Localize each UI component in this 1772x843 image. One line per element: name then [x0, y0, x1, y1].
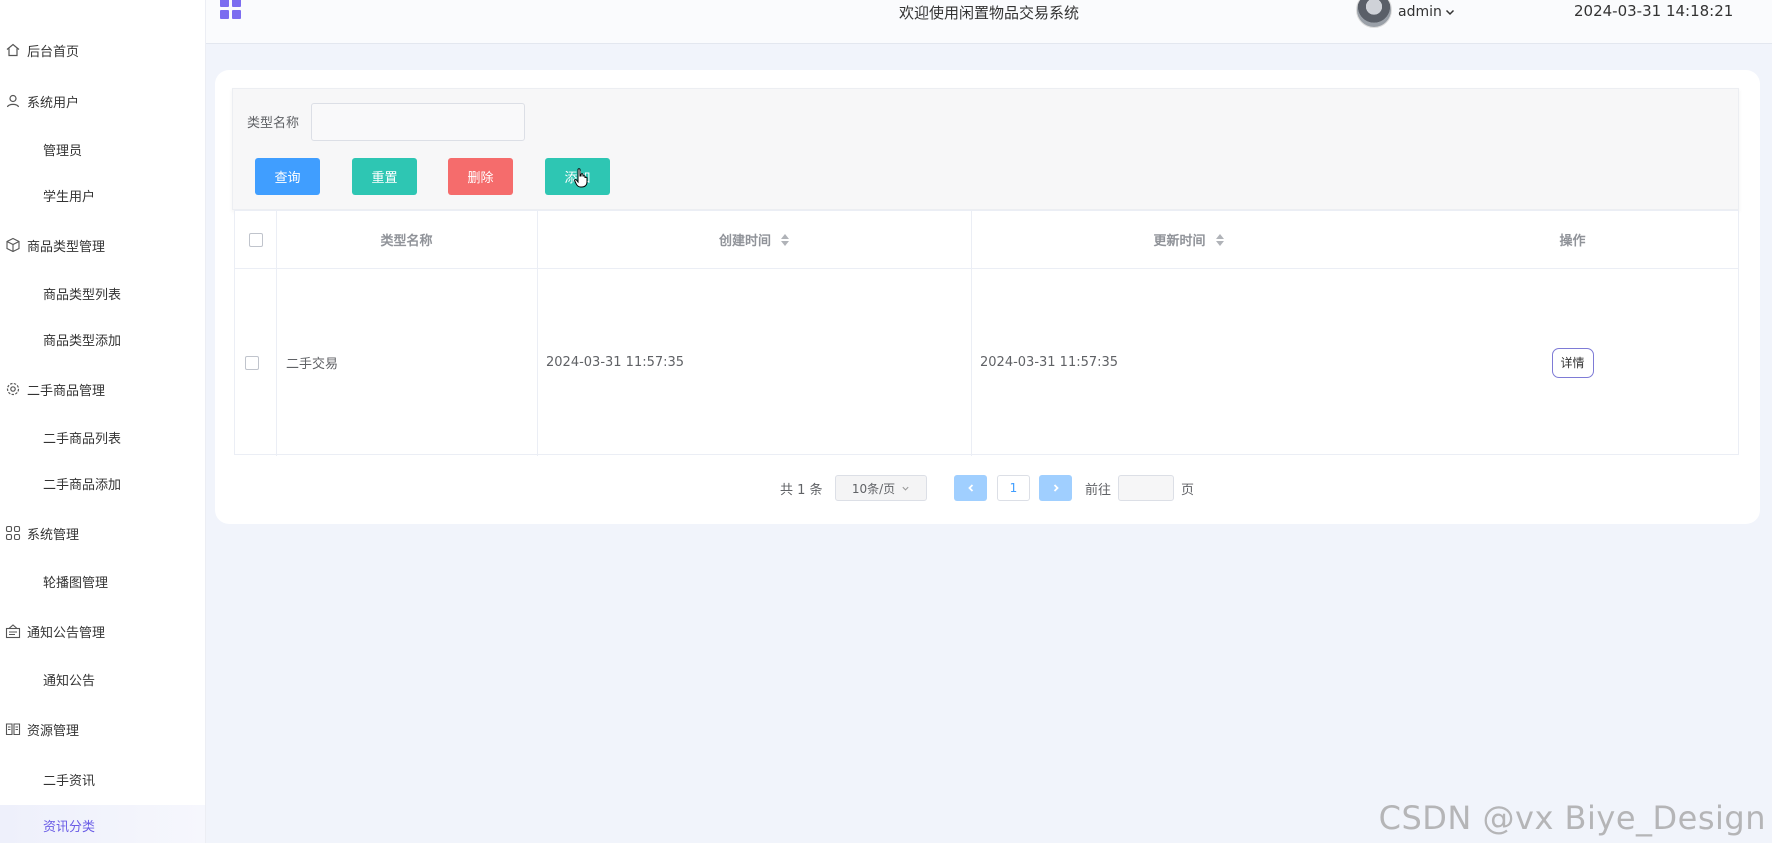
add-button[interactable]: 添加: [545, 158, 610, 195]
gear-icon: [5, 381, 21, 397]
sidebar-item-news-category[interactable]: 资讯分类: [0, 805, 205, 843]
sidebar-item-resource-mgmt[interactable]: 资源管理: [0, 714, 79, 744]
notice-icon: [5, 623, 21, 639]
detail-button[interactable]: 详情: [1551, 347, 1594, 378]
avatar[interactable]: [1356, 0, 1392, 28]
goto-page-input[interactable]: [1118, 475, 1174, 501]
site-title: 欢迎使用闲置物品交易系统: [899, 4, 1080, 22]
page-size-select[interactable]: 10条/页: [835, 475, 927, 501]
sidebar-item-label: 资源管理: [27, 723, 80, 739]
column-header-created[interactable]: 创建时间: [537, 211, 971, 269]
sidebar-item-product-type-list[interactable]: 商品类型列表: [0, 278, 205, 308]
goto-label: 前往: [1085, 482, 1112, 498]
chevron-left-icon: [967, 484, 973, 492]
sidebar-item-product-type-add[interactable]: 商品类型添加: [0, 324, 205, 354]
column-header-type-name: 类型名称: [276, 211, 537, 269]
prev-page-button[interactable]: [954, 475, 987, 501]
data-table: 类型名称 创建时间 更新时间 操作 二手交易 2024-03-31 11:57:…: [234, 210, 1739, 456]
user-name: admin: [1398, 4, 1442, 20]
menu-grid-icon[interactable]: [220, 0, 242, 20]
search-label: 类型名称: [247, 116, 300, 131]
sidebar-item-label: 通知公告管理: [27, 625, 106, 641]
sidebar-item-notices[interactable]: 通知公告: [0, 664, 205, 694]
sidebar-item-secondhand-news[interactable]: 二手资讯: [0, 764, 205, 794]
column-header-updated[interactable]: 更新时间: [971, 211, 1406, 269]
sidebar-item-system-users[interactable]: 系统用户: [0, 86, 79, 116]
select-all-checkbox[interactable]: [248, 232, 263, 247]
column-header-actions: 操作: [1406, 211, 1739, 269]
pagination-total: 共 1 条: [780, 482, 823, 498]
next-page-button[interactable]: [1039, 475, 1072, 501]
current-datetime: 2024-03-31 14:18:21: [1574, 2, 1734, 20]
sidebar-item-students[interactable]: 学生用户: [0, 180, 205, 210]
page-size-value: 10条/页: [851, 481, 896, 496]
row-checkbox[interactable]: [244, 355, 259, 370]
top-header: 欢迎使用闲置物品交易系统 admin 2024-03-31 14:18:21: [206, 0, 1772, 44]
sidebar-item-secondhand-mgmt[interactable]: 二手商品管理: [0, 374, 105, 404]
type-name-search-input[interactable]: [311, 103, 525, 141]
column-header-label: 更新时间: [1153, 234, 1206, 249]
delete-button[interactable]: 删除: [448, 158, 513, 195]
sort-icon[interactable]: [1215, 233, 1224, 246]
chevron-right-icon: [1053, 484, 1059, 492]
sidebar-item-product-type-mgmt[interactable]: 商品类型管理: [0, 230, 105, 260]
column-header-label: 创建时间: [718, 234, 771, 249]
sidebar-item-secondhand-list[interactable]: 二手商品列表: [0, 422, 205, 452]
book-icon: [5, 721, 21, 737]
sidebar-item-label: 二手商品管理: [27, 383, 106, 399]
cell-actions: 详情: [1406, 269, 1739, 456]
cell-type-name: 二手交易: [286, 357, 339, 372]
cube-icon: [5, 237, 21, 253]
cell-updated-time: 2024-03-31 11:57:35: [980, 355, 1119, 370]
select-all-cell: [235, 211, 276, 269]
sidebar-item-admins[interactable]: 管理员: [0, 134, 205, 164]
goto-suffix-label: 页: [1181, 482, 1195, 498]
sidebar-item-system-mgmt[interactable]: 系统管理: [0, 518, 79, 548]
sidebar-item-label: 系统管理: [27, 527, 80, 543]
sidebar: 后台首页 系统用户 管理员 学生用户 商品类型管理 商品类型列表 商品类型添加 …: [0, 0, 206, 843]
grid-icon: [5, 525, 21, 541]
user-icon: [5, 93, 21, 109]
sidebar-item-notice-mgmt[interactable]: 通知公告管理: [0, 616, 105, 646]
sidebar-item-carousel[interactable]: 轮播图管理: [0, 566, 205, 596]
chevron-down-icon: [1445, 9, 1454, 16]
sidebar-item-dashboard[interactable]: 后台首页: [0, 35, 79, 65]
home-icon: [5, 42, 21, 58]
search-panel: 类型名称 查询 重置 删除 添加: [232, 88, 1739, 210]
sidebar-item-label: 系统用户: [27, 95, 80, 111]
sidebar-item-label: 后台首页: [27, 44, 80, 60]
user-menu[interactable]: admin: [1398, 4, 1456, 20]
chevron-down-icon: [902, 486, 909, 491]
reset-button[interactable]: 重置: [352, 158, 417, 195]
watermark: CSDN @vx Biye_Design: [1378, 799, 1766, 837]
table-row-select-cell: [235, 269, 276, 456]
sidebar-item-label: 商品类型管理: [27, 239, 106, 255]
cell-created-time: 2024-03-31 11:57:35: [546, 355, 685, 370]
sidebar-item-secondhand-add[interactable]: 二手商品添加: [0, 468, 205, 498]
content-card: 类型名称 查询 重置 删除 添加 类型名称 创建时间 更新时间 操作 二手交易 …: [215, 70, 1760, 524]
query-button[interactable]: 查询: [255, 158, 320, 195]
page-number-button[interactable]: 1: [997, 475, 1030, 501]
sort-icon[interactable]: [781, 233, 789, 246]
